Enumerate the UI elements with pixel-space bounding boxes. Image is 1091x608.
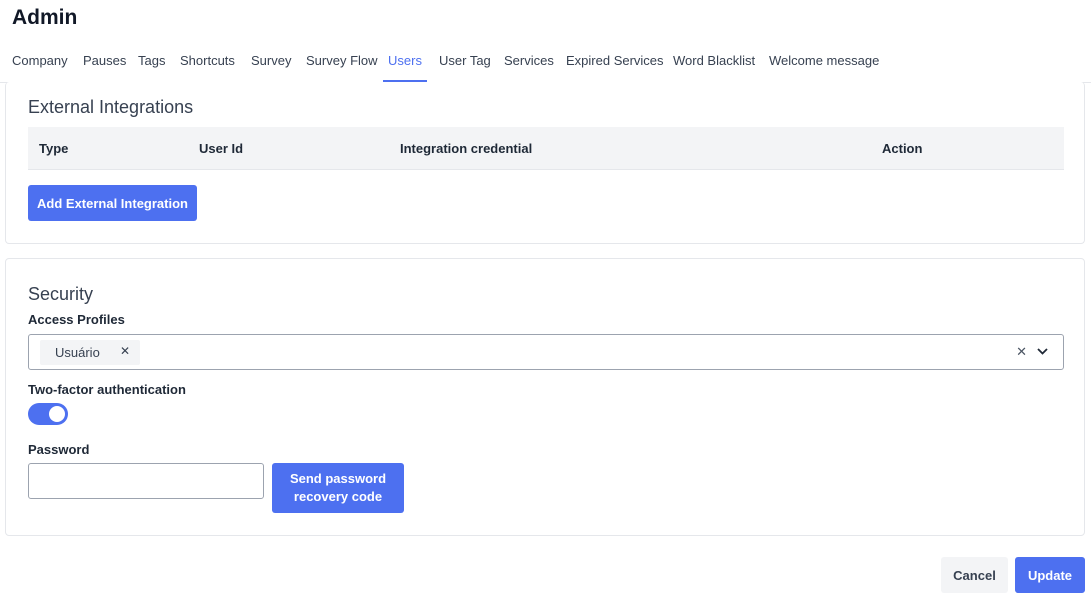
external-integrations-title: External Integrations <box>28 97 194 117</box>
column-header-integration-credential: Integration credential <box>400 141 533 156</box>
update-button[interactable]: Update <box>1015 557 1085 593</box>
access-profile-chip-label: Usuário <box>55 345 100 360</box>
cancel-button[interactable]: Cancel <box>941 557 1008 593</box>
integrations-table-header: Type User Id Integration credential Acti… <box>28 127 1064 170</box>
tab-users[interactable]: Users <box>383 40 427 82</box>
access-profiles-select[interactable]: Usuário ✕ ✕ <box>28 334 1064 370</box>
password-input[interactable] <box>28 463 264 499</box>
send-recovery-code-button[interactable]: Send password recovery code <box>272 463 404 513</box>
tab-user-tag[interactable]: User Tag <box>439 40 491 82</box>
tab-pauses[interactable]: Pauses <box>83 40 126 82</box>
column-header-type: Type <box>39 141 69 156</box>
two-factor-label: Two-factor authentication <box>28 382 186 397</box>
page-title: Admin <box>12 6 78 29</box>
tab-expired-services[interactable]: Expired Services <box>566 40 664 82</box>
tab-shortcuts[interactable]: Shortcuts <box>180 40 235 82</box>
external-integrations-card: External Integrations Type User Id Integ… <box>5 82 1085 244</box>
security-title: Security <box>28 284 94 304</box>
tab-survey-flow[interactable]: Survey Flow <box>306 40 378 82</box>
clear-icon[interactable]: ✕ <box>1016 344 1027 360</box>
tab-welcome-message[interactable]: Welcome message <box>769 40 879 82</box>
tab-services[interactable]: Services <box>504 40 554 82</box>
access-profiles-label: Access Profiles <box>28 312 125 327</box>
access-profile-chip: Usuário ✕ <box>40 340 140 365</box>
password-label: Password <box>28 442 90 457</box>
admin-tabs: Company Pauses Tags Shortcuts Survey Sur… <box>0 40 1091 83</box>
tab-tags[interactable]: Tags <box>138 40 165 82</box>
column-header-action: Action <box>882 141 923 156</box>
security-card: Security Access Profiles Usuário ✕ ✕ Two… <box>5 258 1085 536</box>
tab-word-blacklist[interactable]: Word Blacklist <box>673 40 755 82</box>
remove-chip-icon[interactable]: ✕ <box>120 344 130 358</box>
column-header-user-id: User Id <box>199 141 244 156</box>
toggle-knob <box>49 406 65 422</box>
tab-company[interactable]: Company <box>12 40 68 82</box>
add-external-integration-button[interactable]: Add External Integration <box>28 185 197 221</box>
tab-survey[interactable]: Survey <box>251 40 291 82</box>
chevron-down-icon[interactable] <box>1036 345 1049 363</box>
two-factor-toggle[interactable] <box>28 403 68 425</box>
